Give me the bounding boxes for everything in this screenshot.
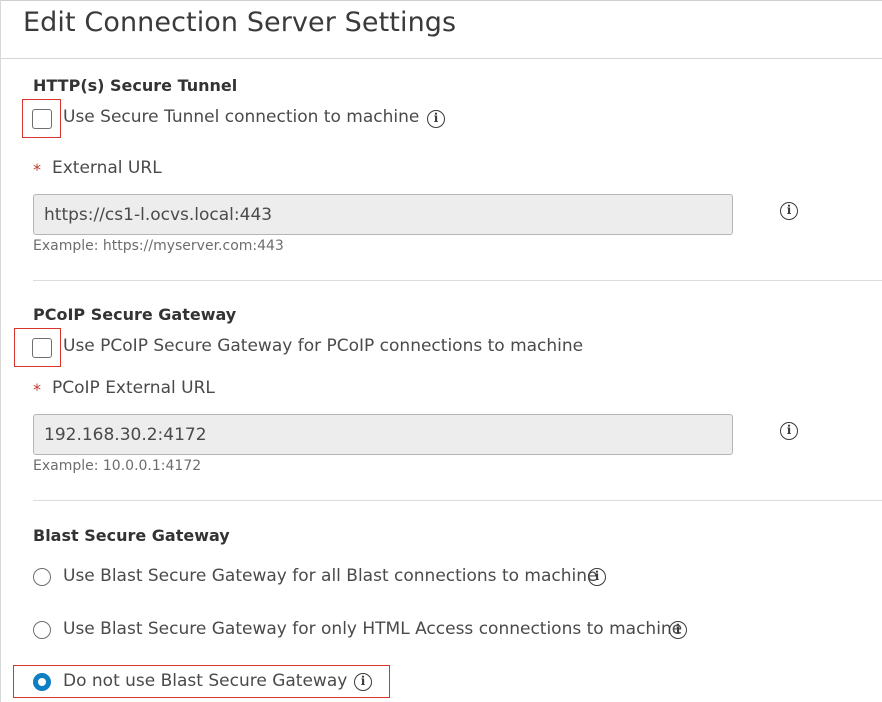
info-icon[interactable]: i xyxy=(669,621,687,639)
blast-option-none-label[interactable]: Do not use Blast Secure Gateway xyxy=(63,671,347,691)
pcoip-checkbox[interactable] xyxy=(32,338,52,358)
info-icon[interactable]: i xyxy=(588,568,606,586)
info-icon[interactable]: i xyxy=(354,673,372,691)
blast-option-html-access-label[interactable]: Use Blast Secure Gateway for only HTML A… xyxy=(63,619,682,639)
pcoip-section-title: PCoIP Secure Gateway xyxy=(33,305,237,324)
section-divider xyxy=(33,500,882,501)
secure-tunnel-section-title: HTTP(s) Secure Tunnel xyxy=(33,76,238,95)
pcoip-external-url-label: PCoIP External URL xyxy=(52,378,215,398)
blast-option-html-access-radio[interactable] xyxy=(33,621,51,639)
blast-option-all-radio[interactable] xyxy=(33,568,51,586)
info-icon[interactable]: i xyxy=(427,110,445,128)
blast-option-none-radio[interactable] xyxy=(33,673,51,691)
secure-tunnel-checkbox[interactable] xyxy=(32,109,52,129)
pcoip-external-url-input[interactable] xyxy=(33,414,733,455)
pcoip-checkbox-label[interactable]: Use PCoIP Secure Gateway for PCoIP conne… xyxy=(63,336,583,356)
blast-option-all-label[interactable]: Use Blast Secure Gateway for all Blast c… xyxy=(63,566,597,586)
header-divider xyxy=(1,58,882,59)
blast-section-title: Blast Secure Gateway xyxy=(33,526,230,545)
secure-tunnel-checkbox-label[interactable]: Use Secure Tunnel connection to machine xyxy=(63,107,419,127)
dialog-title: Edit Connection Server Settings xyxy=(23,7,457,38)
edit-connection-server-dialog: Edit Connection Server Settings HTTP(s) … xyxy=(0,0,882,702)
info-icon[interactable]: i xyxy=(780,422,798,440)
pcoip-external-url-hint: Example: 10.0.0.1:4172 xyxy=(33,458,202,474)
external-url-input[interactable] xyxy=(33,194,733,235)
required-marker: * xyxy=(33,160,41,179)
external-url-label: External URL xyxy=(52,158,162,178)
info-icon[interactable]: i xyxy=(780,202,798,220)
section-divider xyxy=(33,280,882,281)
required-marker: * xyxy=(33,380,41,399)
top-border xyxy=(1,0,882,1)
external-url-hint: Example: https://myserver.com:443 xyxy=(33,238,284,254)
